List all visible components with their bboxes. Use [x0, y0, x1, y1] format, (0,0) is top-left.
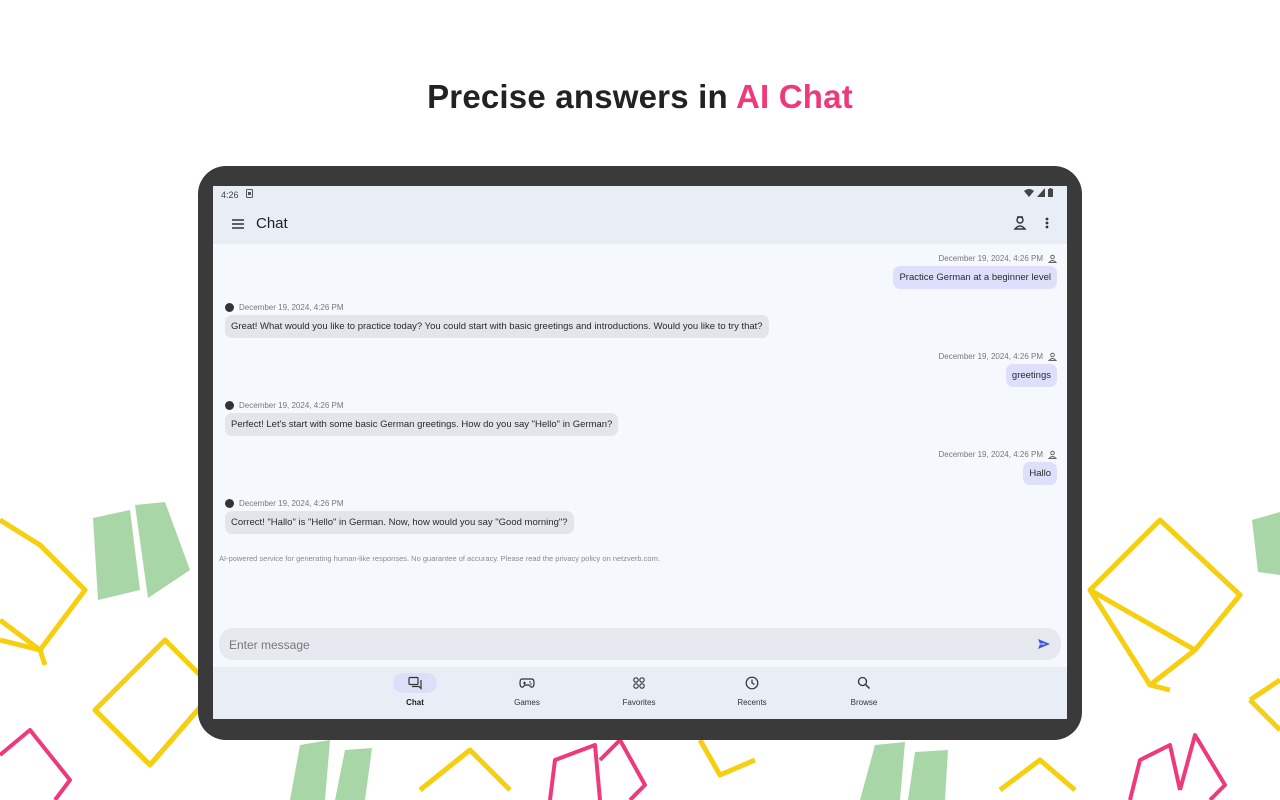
message-bubble: Perfect! Let's start with some basic Ger… [225, 413, 619, 436]
message-input[interactable] [227, 635, 1021, 655]
assistant-avatar [225, 499, 234, 508]
message-timestamp: December 19, 2024, 4:26 PM [938, 254, 1043, 263]
message-meta: December 19, 2024, 4:26 PM [893, 254, 1057, 263]
grid-icon [617, 673, 661, 693]
message-bubble: Hallo [1023, 462, 1057, 485]
chat-icon [393, 673, 437, 693]
message-timestamp: December 19, 2024, 4:26 PM [239, 499, 344, 508]
app-bar: Chat [213, 204, 1067, 244]
user-icon [1048, 352, 1057, 361]
nav-item-favorites[interactable]: Favorites [599, 673, 679, 717]
chat-thread: December 19, 2024, 4:26 PM Practice Germ… [213, 244, 1067, 627]
message-bubble: greetings [1005, 364, 1057, 387]
message-timestamp: December 19, 2024, 4:26 PM [239, 401, 344, 410]
user-icon [1048, 450, 1057, 459]
message-meta: December 19, 2024, 4:26 PM [225, 401, 618, 410]
message-bubble: Correct! "Hallo" is "Hello" in German. N… [225, 511, 574, 534]
app-screen: 4:26 Chat December 19, 2024, 4:26 PM Pra… [213, 186, 1067, 719]
nav-label: Chat [406, 698, 424, 707]
search-icon [842, 673, 886, 693]
battery-icon [1048, 188, 1053, 197]
headline-prefix: Precise answers in [427, 78, 736, 115]
nav-label: Favorites [622, 698, 656, 707]
nav-item-browse[interactable]: Browse [824, 673, 904, 717]
message-timestamp: December 19, 2024, 4:26 PM [938, 450, 1043, 459]
status-time: 4:26 [221, 190, 239, 200]
send-icon[interactable] [1037, 637, 1051, 651]
message-ai: December 19, 2024, 4:26 PM Perfect! Let'… [225, 401, 619, 436]
message-bubble: Great! What would you like to practice t… [225, 315, 769, 338]
message-bubble: Practice German at a beginner level [893, 266, 1057, 289]
clock-icon [730, 673, 774, 693]
status-icons [1024, 188, 1053, 197]
message-timestamp: December 19, 2024, 4:26 PM [938, 352, 1043, 361]
message-meta: December 19, 2024, 4:26 PM [225, 499, 574, 508]
menu-icon[interactable] [229, 215, 247, 233]
nav-label: Recents [737, 698, 767, 707]
message-meta: December 19, 2024, 4:26 PM [225, 303, 769, 312]
message-meta: December 19, 2024, 4:26 PM [938, 352, 1057, 361]
nav-label: Browse [850, 698, 878, 707]
message-user: December 19, 2024, 4:26 PM Practice Germ… [893, 254, 1057, 289]
gamepad-icon [505, 673, 549, 693]
user-icon [1048, 254, 1057, 263]
message-user: December 19, 2024, 4:26 PM Hallo [938, 450, 1057, 485]
message-meta: December 19, 2024, 4:26 PM [938, 450, 1057, 459]
page-title: Chat [256, 215, 288, 232]
nav-label: Games [514, 698, 540, 707]
more-vert-icon[interactable] [1039, 214, 1055, 232]
message-ai: December 19, 2024, 4:26 PM Correct! "Hal… [225, 499, 574, 534]
nav-item-games[interactable]: Games [487, 673, 567, 717]
wifi-icon [1024, 189, 1034, 197]
nav-item-recents[interactable]: Recents [712, 673, 792, 717]
assistant-avatar [225, 401, 234, 410]
sim-icon [246, 189, 253, 200]
message-user: December 19, 2024, 4:26 PM greetings [938, 352, 1057, 387]
headline: Precise answers in AI Chat [0, 78, 1280, 116]
message-ai: December 19, 2024, 4:26 PM Great! What w… [225, 303, 769, 338]
status-bar: 4:26 [213, 186, 1067, 204]
tablet-frame: 4:26 Chat December 19, 2024, 4:26 PM Pra… [198, 166, 1082, 740]
message-timestamp: December 19, 2024, 4:26 PM [239, 303, 344, 312]
account-icon[interactable] [1011, 214, 1029, 232]
signal-icon [1037, 188, 1045, 197]
nav-item-chat[interactable]: Chat [375, 673, 455, 717]
disclaimer-text: AI-powered service for generating human-… [219, 554, 660, 563]
assistant-avatar [225, 303, 234, 312]
bottom-navigation: Chat Games Favorites Recents Browse [213, 667, 1067, 719]
message-composer [219, 628, 1061, 660]
headline-accent: AI Chat [736, 78, 853, 115]
